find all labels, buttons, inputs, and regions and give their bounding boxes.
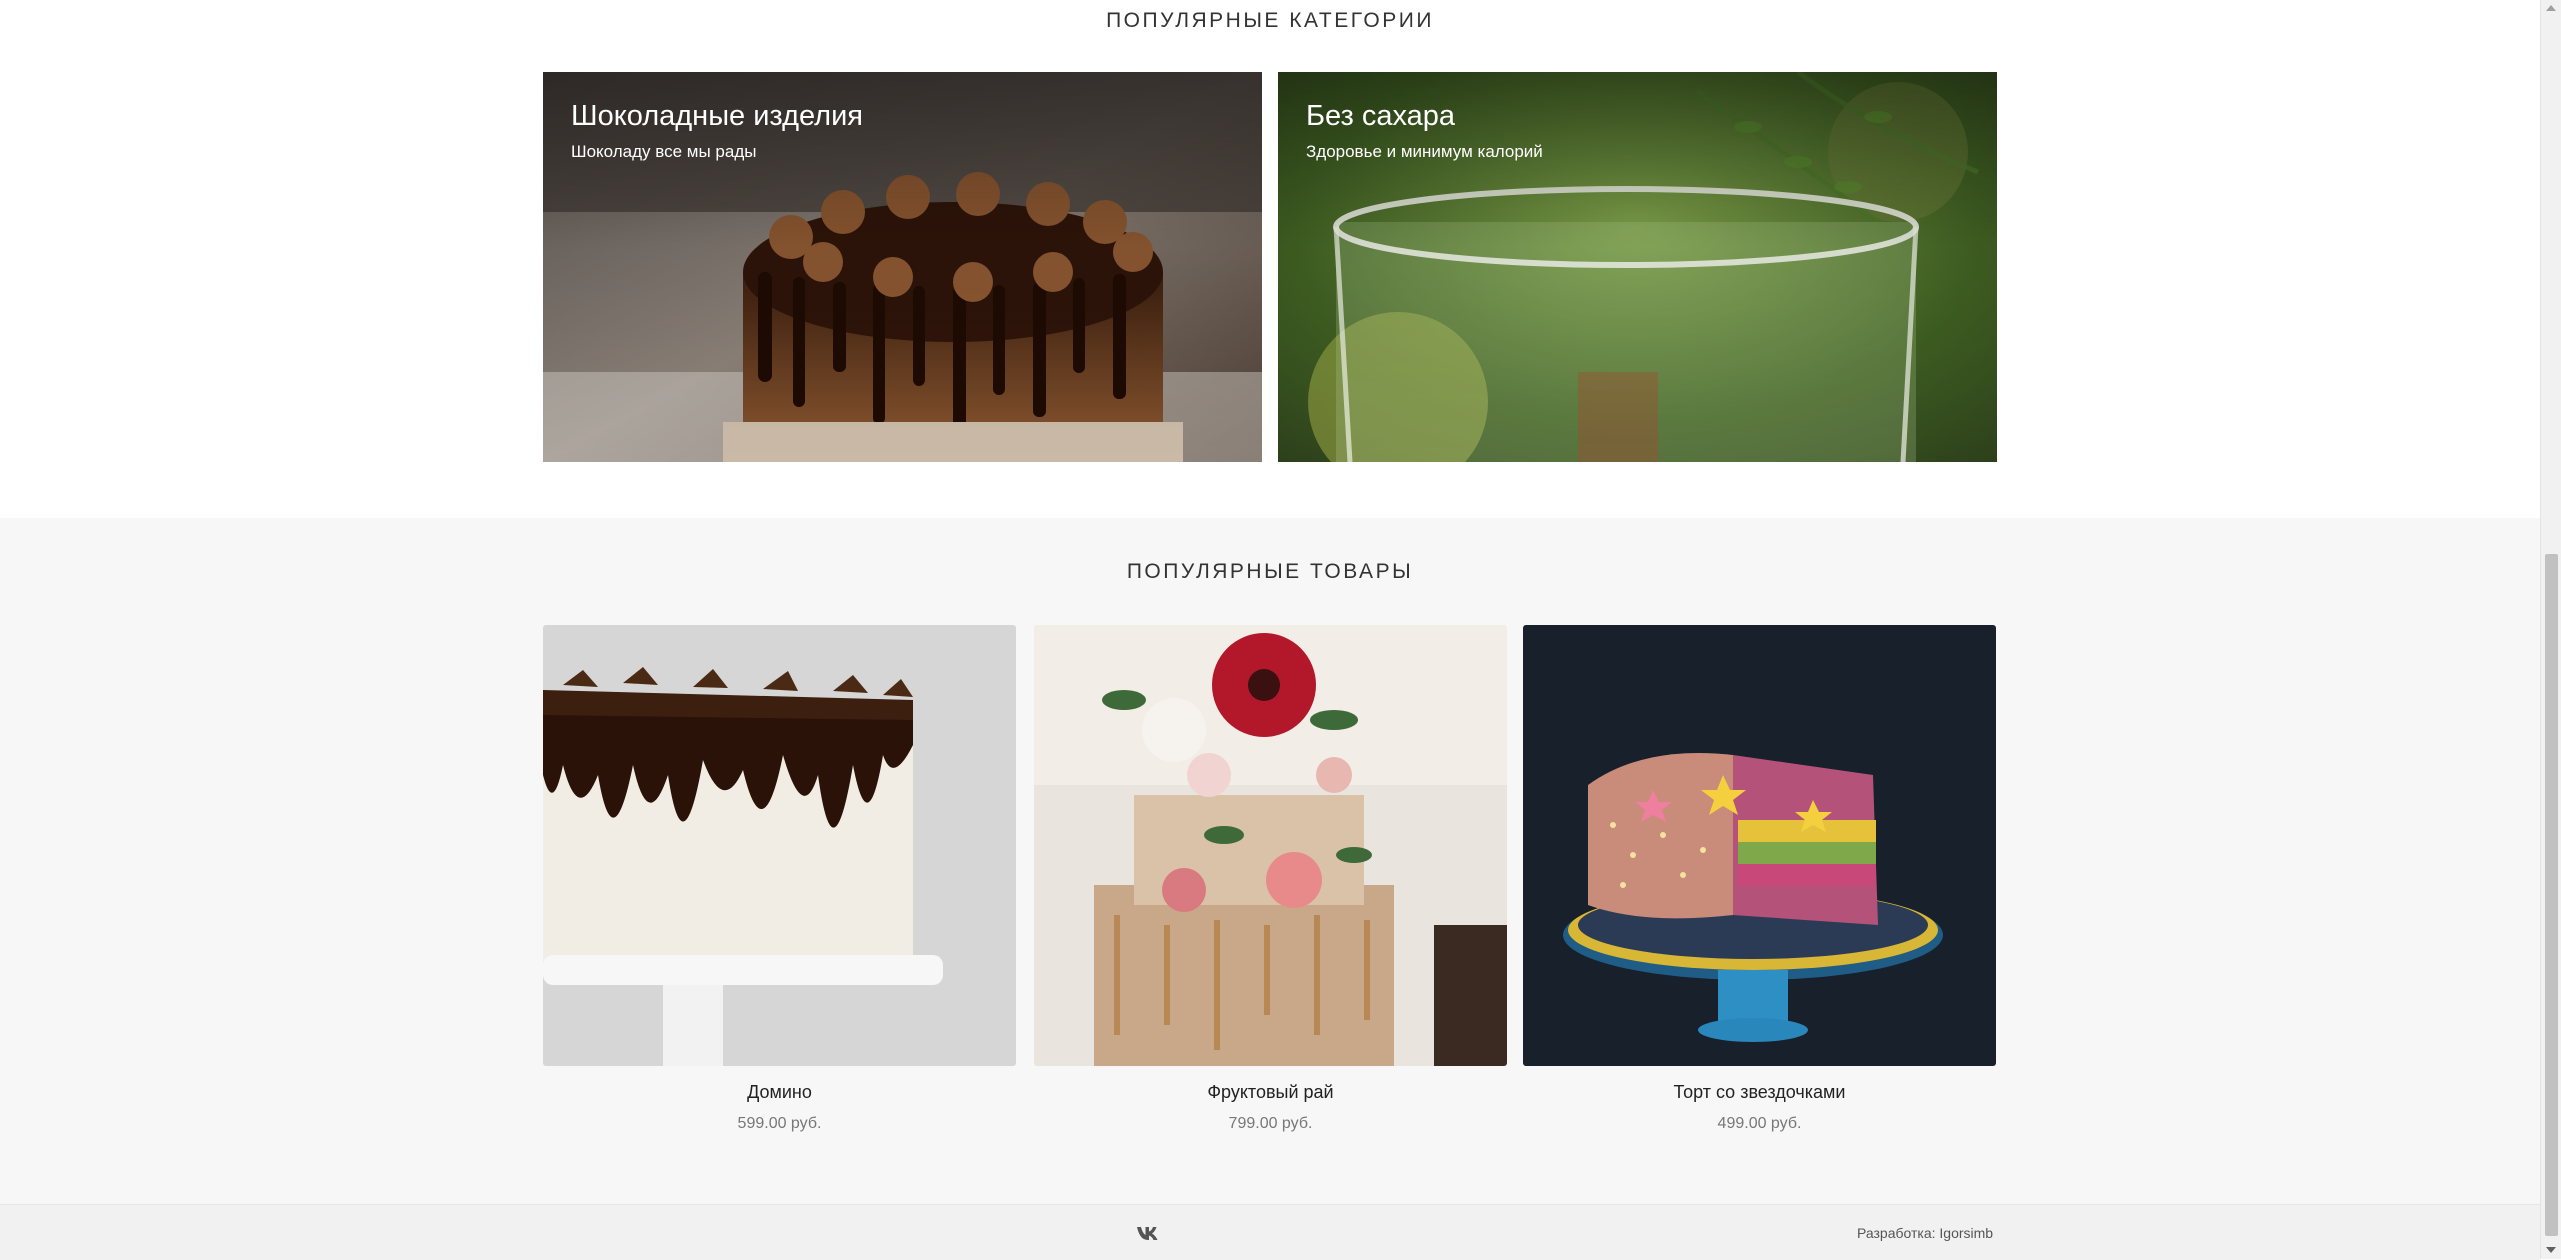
developer-link[interactable]: Igorsimb <box>1939 1225 1993 1241</box>
category-card-sugar-free[interactable]: Без сахара Здоровье и минимум калорий <box>1278 72 1997 462</box>
scrollbar-thumb[interactable] <box>2545 554 2558 1236</box>
products-heading: ПОПУЛЯРНЫЕ ТОВАРЫ <box>1126 560 1414 583</box>
category-title: Без сахара <box>1306 100 1456 132</box>
product-name: Торт со звездочками <box>1673 1082 1846 1102</box>
product-image-fruit-paradise <box>1034 625 1507 1066</box>
popular-categories-section: ПОПУЛЯРНЫЕ КАТЕГОРИИ Шоколадные изделия … <box>0 0 2540 518</box>
category-subtitle: Здоровье и минимум калорий <box>1306 142 1543 161</box>
page-scrollbar[interactable] <box>2540 0 2561 1259</box>
footer: Разработка: Igorsimb <box>0 1204 2540 1260</box>
category-title: Шоколадные изделия <box>571 100 863 132</box>
scroll-down-arrow-icon[interactable] <box>2546 1247 2556 1253</box>
product-card-domino[interactable]: Домино 599.00 руб. <box>543 625 1016 1133</box>
product-price: 499.00 руб. <box>1717 1115 1802 1132</box>
product-price: 599.00 руб. <box>737 1115 822 1132</box>
product-card-star-cake[interactable]: Торт со звездочками 499.00 руб. <box>1523 625 1996 1133</box>
categories-heading: ПОПУЛЯРНЫЕ КАТЕГОРИИ <box>1106 9 1434 32</box>
product-image-star-cake <box>1523 625 1996 1066</box>
product-image-domino <box>543 625 1016 1066</box>
vk-icon[interactable] <box>1136 1225 1160 1241</box>
page: ПОПУЛЯРНЫЕ КАТЕГОРИИ Шоколадные изделия … <box>0 0 2540 1260</box>
scroll-up-arrow-icon[interactable] <box>2546 5 2556 11</box>
product-name: Фруктовый рай <box>1207 1082 1334 1102</box>
product-price: 799.00 руб. <box>1228 1115 1313 1132</box>
developer-label: Разработка: <box>1857 1225 1936 1241</box>
product-card-fruit-paradise[interactable]: Фруктовый рай 799.00 руб. <box>1034 625 1507 1133</box>
category-card-chocolate[interactable]: Шоколадные изделия Шоколаду все мы рады <box>543 72 1262 462</box>
category-subtitle: Шоколаду все мы рады <box>571 142 757 161</box>
developer-credit: Разработка: Igorsimb <box>1857 1225 1993 1241</box>
popular-products-section: ПОПУЛЯРНЫЕ ТОВАРЫ Домино 599.00 руб. Фру… <box>0 518 2540 1204</box>
product-name: Домино <box>747 1082 812 1102</box>
